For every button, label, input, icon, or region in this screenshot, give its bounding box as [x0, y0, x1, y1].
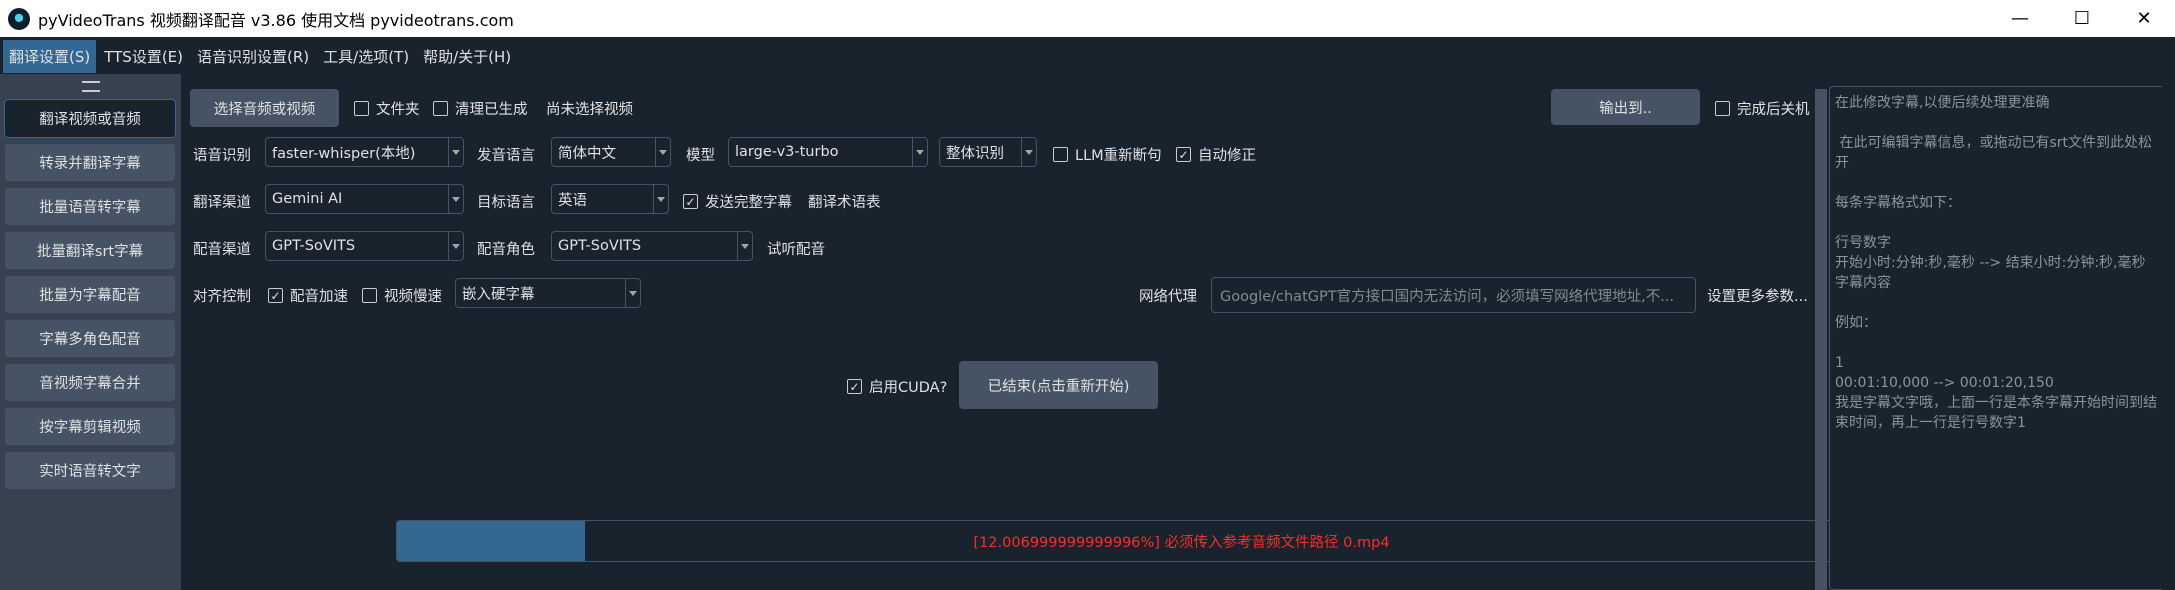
chevron-down-icon	[448, 185, 463, 213]
model-label: 模型	[686, 148, 715, 164]
close-icon[interactable]: ✕	[2113, 0, 2175, 37]
shutdown-checkbox[interactable]: 完成后关机	[1715, 98, 1810, 119]
chevron-down-icon	[625, 279, 640, 307]
no-video-status: 尚未选择视频	[546, 102, 633, 118]
checkmark-icon: ✓	[1176, 147, 1191, 162]
subtitle-editor[interactable]: 在此修改字幕,以便后续处理更准确 在此可编辑字幕信息，或拖动已有srt文件到此处…	[1829, 86, 2165, 590]
model-select[interactable]: large-v3-turbo	[728, 137, 928, 167]
translate-channel-select[interactable]: Gemini AI	[265, 184, 464, 214]
sidebar-item-transcribe-translate[interactable]: 转录并翻译字幕	[4, 143, 176, 182]
sidebar-item-multi-role-dubbing[interactable]: 字幕多角色配音	[4, 319, 176, 358]
clean-generated-checkbox[interactable]: 清理已生成	[433, 98, 528, 119]
title-bar: pyVideoTrans 视频翻译配音 v3.86 使用文档 pyvideotr…	[0, 0, 2175, 37]
folder-checkbox[interactable]: 文件夹	[354, 98, 420, 119]
progress-bar[interactable]: [12.006999999999996%] 必须传入参考音频文件路径 0.mp4	[396, 520, 1967, 562]
checkbox-icon	[433, 101, 448, 116]
checkmark-icon: ✓	[847, 379, 862, 394]
sidebar: 翻译视频或音频 转录并翻译字幕 批量语音转字幕 批量翻译srt字幕 批量为字幕配…	[0, 74, 181, 590]
select-media-button[interactable]: 选择音频或视频	[190, 89, 339, 127]
output-to-button[interactable]: 输出到..	[1551, 89, 1700, 125]
recognition-mode-select[interactable]: 整体识别	[939, 137, 1037, 167]
minimize-icon[interactable]: —	[1989, 0, 2051, 37]
sidebar-item-realtime-asr[interactable]: 实时语音转文字	[4, 451, 176, 490]
dub-role-label: 配音角色	[477, 242, 535, 258]
chevron-down-icon	[1021, 138, 1036, 166]
sidebar-item-merge[interactable]: 音视频字幕合并	[4, 363, 176, 402]
window-title: pyVideoTrans 视频翻译配音 v3.86 使用文档 pyvideotr…	[38, 10, 514, 30]
sidebar-item-translate-video[interactable]: 翻译视频或音频	[4, 99, 176, 138]
asr-select[interactable]: faster-whisper(本地)	[265, 137, 464, 167]
sidebar-item-batch-dubbing[interactable]: 批量为字幕配音	[4, 275, 176, 314]
video-slowdown-checkbox[interactable]: 视频慢速	[362, 285, 442, 306]
send-full-subtitle-checkbox[interactable]: ✓ 发送完整字幕	[683, 191, 792, 212]
checkmark-icon: ✓	[268, 288, 283, 303]
chevron-down-icon	[737, 232, 752, 260]
chevron-down-icon	[448, 232, 463, 260]
target-lang-label: 目标语言	[477, 195, 535, 211]
subtitle-mode-select[interactable]: 嵌入硬字幕	[455, 278, 641, 308]
menu-help[interactable]: 帮助/关于(H)	[417, 40, 517, 73]
sidebar-item-cut-by-subtitle[interactable]: 按字幕剪辑视频	[4, 407, 176, 446]
drag-handle-icon[interactable]	[82, 81, 100, 92]
menu-translation-settings[interactable]: 翻译设置(S)	[3, 39, 97, 73]
chevron-down-icon	[912, 138, 927, 166]
checkbox-icon	[1715, 101, 1730, 116]
dub-role-select[interactable]: GPT-SoVITS	[551, 231, 753, 261]
checkmark-icon: ✓	[683, 194, 698, 209]
dub-speedup-checkbox[interactable]: ✓ 配音加速	[268, 285, 348, 306]
main-panel: 选择音频或视频 文件夹 清理已生成 尚未选择视频 输出到.. 完成后关机 语音识…	[181, 74, 1967, 590]
checkbox-icon	[1053, 147, 1068, 162]
auto-fix-checkbox[interactable]: ✓ 自动修正	[1176, 144, 1256, 165]
progress-status-text: [12.006999999999996%] 必须传入参考音频文件路径 0.mp4	[973, 534, 1390, 551]
checkbox-icon	[362, 288, 377, 303]
asr-label: 语音识别	[193, 148, 251, 164]
dub-channel-label: 配音渠道	[193, 242, 251, 258]
llm-resegment-checkbox[interactable]: LLM重新断句	[1053, 144, 1162, 165]
menu-bar: 翻译设置(S) TTS设置(E) 语音识别设置(R) 工具/选项(T) 帮助/关…	[0, 38, 2175, 74]
chevron-down-icon	[653, 185, 668, 213]
menu-asr-settings[interactable]: 语音识别设置(R)	[191, 40, 315, 73]
speech-lang-select[interactable]: 简体中文	[551, 137, 671, 167]
subtitle-editor-scrollbar[interactable]	[2162, 86, 2175, 590]
panel-splitter[interactable]	[1815, 89, 1827, 590]
proxy-label: 网络代理	[1139, 289, 1197, 305]
menu-tts-settings[interactable]: TTS设置(E)	[98, 40, 189, 73]
proxy-input[interactable]: Google/chatGPT官方接口国内无法访问，必须填写网络代理地址,不...	[1211, 277, 1696, 313]
translate-channel-label: 翻译渠道	[193, 195, 251, 211]
window-controls: — ☐ ✕	[1989, 0, 2175, 37]
target-lang-select[interactable]: 英语	[551, 184, 669, 214]
menu-tools[interactable]: 工具/选项(T)	[317, 40, 415, 73]
restart-button[interactable]: 已结束(点击重新开始)	[959, 361, 1158, 409]
app-logo-icon	[8, 7, 30, 30]
more-settings-link[interactable]: 设置更多参数...	[1707, 285, 1808, 306]
speech-lang-label: 发音语言	[477, 148, 535, 164]
sidebar-item-batch-translate-srt[interactable]: 批量翻译srt字幕	[4, 231, 176, 270]
maximize-icon[interactable]: ☐	[2051, 0, 2113, 37]
dub-channel-select[interactable]: GPT-SoVITS	[265, 231, 464, 261]
glossary-link[interactable]: 翻译术语表	[808, 191, 881, 212]
checkbox-icon	[354, 101, 369, 116]
cuda-checkbox[interactable]: ✓ 启用CUDA?	[847, 376, 947, 397]
listen-dubbing-link[interactable]: 试听配音	[767, 238, 825, 259]
sidebar-item-batch-asr[interactable]: 批量语音转字幕	[4, 187, 176, 226]
chevron-down-icon	[448, 138, 463, 166]
chevron-down-icon	[655, 138, 670, 166]
align-control-label: 对齐控制	[193, 289, 251, 305]
